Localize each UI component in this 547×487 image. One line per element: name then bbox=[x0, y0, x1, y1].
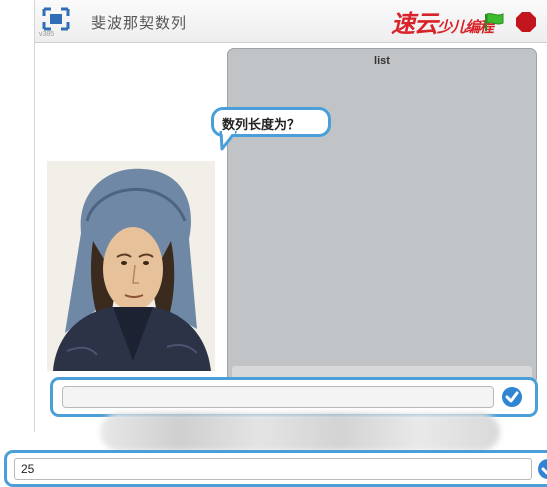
scratch-player-window: v385 斐波那契数列 速云少儿编程 list 数列长度为？ bbox=[34, 0, 547, 432]
blurred-region bbox=[100, 413, 500, 451]
ask-input[interactable] bbox=[62, 386, 494, 408]
fibonacci-portrait-sprite[interactable] bbox=[47, 161, 215, 371]
stage[interactable]: list 数列长度为？ bbox=[35, 43, 547, 432]
speech-bubble-tail bbox=[219, 131, 238, 151]
answer-box: 25 bbox=[4, 450, 547, 487]
ask-prompt-box bbox=[50, 377, 538, 417]
check-icon[interactable] bbox=[501, 386, 523, 413]
watermark-logo: 速云少儿编程 bbox=[391, 4, 494, 39]
green-flag-icon[interactable] bbox=[483, 12, 507, 37]
project-title: 斐波那契数列 bbox=[91, 14, 188, 32]
watermark-main: 速云 bbox=[391, 9, 438, 38]
stop-icon[interactable] bbox=[516, 12, 536, 32]
list-monitor: list bbox=[227, 48, 537, 385]
check-icon[interactable] bbox=[537, 458, 547, 485]
version-label: v385 bbox=[39, 31, 55, 38]
answer-input[interactable]: 25 bbox=[14, 458, 532, 480]
list-title: list bbox=[374, 55, 390, 67]
player-titlebar: v385 斐波那契数列 速云少儿编程 bbox=[35, 0, 547, 43]
